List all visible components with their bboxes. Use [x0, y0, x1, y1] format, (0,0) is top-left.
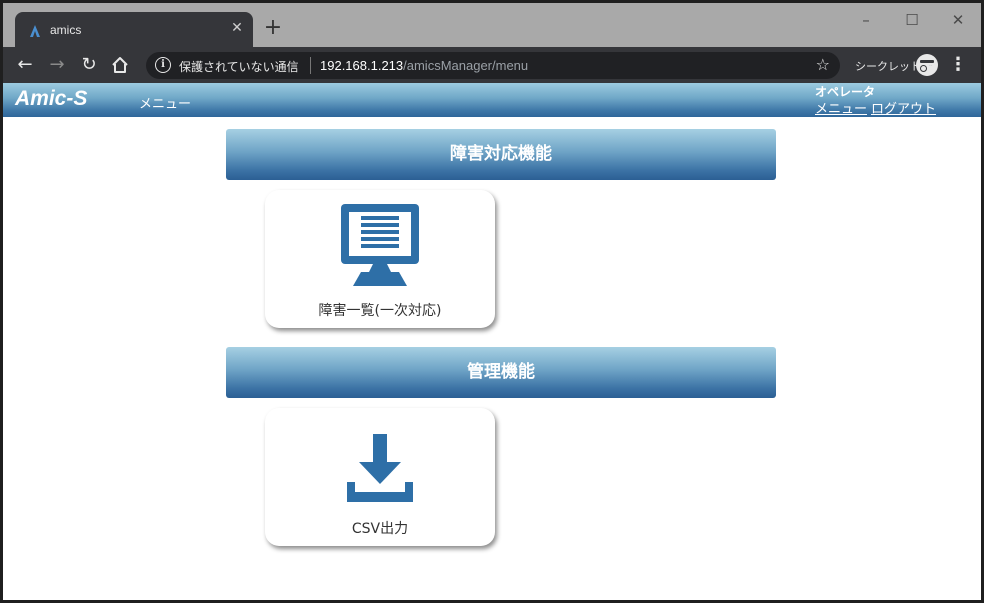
home-icon[interactable] [111, 56, 129, 74]
favicon-icon [30, 25, 40, 37]
section-header-incident: 障害対応機能 [226, 129, 776, 180]
info-icon[interactable]: i [155, 57, 171, 73]
minimize-icon[interactable]: – [851, 9, 881, 31]
address-bar[interactable]: i 保護されていない通信 192.168.1.213/amicsManager/… [146, 52, 840, 79]
divider [310, 57, 311, 74]
incognito-label: シークレット [855, 60, 921, 73]
bookmark-star-icon[interactable]: ☆ [816, 55, 830, 74]
back-icon[interactable]: ← [13, 53, 37, 77]
menu-card-label: 障害一覧(一次対応) [318, 303, 442, 319]
menu-card-incident-list[interactable]: 障害一覧(一次対応) [265, 190, 495, 328]
reload-icon[interactable]: ↻ [77, 53, 101, 77]
browser-window: amics ✕ + – ☐ ✕ ← → ↻ i 保護されていない通信 192.1… [0, 0, 984, 603]
url-host: 192.168.1.213 [320, 58, 404, 73]
url-path: /amicsManager/menu [403, 58, 529, 73]
tab-strip: amics ✕ + – ☐ ✕ [3, 3, 981, 48]
section-header-management: 管理機能 [226, 347, 776, 398]
menu-card-label: CSV出力 [351, 521, 409, 537]
incognito-icon[interactable] [916, 54, 938, 76]
app-header: Amic-S メニュー オペレータ メニュー ログアウト [3, 83, 981, 117]
window-close-icon[interactable]: ✕ [943, 9, 973, 31]
tab-close-icon[interactable]: ✕ [229, 20, 245, 36]
tab-title: amics [50, 23, 82, 37]
maximize-icon[interactable]: ☐ [897, 9, 927, 31]
menu-card-csv-export[interactable]: CSV出力 [265, 408, 495, 546]
app-logo: Amic-S [15, 87, 88, 110]
forward-icon[interactable]: → [45, 53, 69, 77]
logout-link[interactable]: ログアウト [871, 98, 936, 117]
browser-menu-icon[interactable]: ⋮ [948, 53, 968, 77]
page-title: メニュー [139, 97, 192, 112]
download-icon [347, 434, 413, 502]
monitor-list-icon [341, 204, 419, 286]
browser-tab[interactable]: amics ✕ [15, 12, 253, 48]
new-tab-button[interactable]: + [261, 17, 285, 41]
url-text[interactable]: 192.168.1.213/amicsManager/menu [320, 58, 528, 73]
browser-toolbar: ← → ↻ i 保護されていない通信 192.168.1.213/amicsMa… [3, 47, 981, 83]
security-status: 保護されていない通信 [179, 60, 299, 74]
menu-link[interactable]: メニュー [815, 98, 867, 117]
